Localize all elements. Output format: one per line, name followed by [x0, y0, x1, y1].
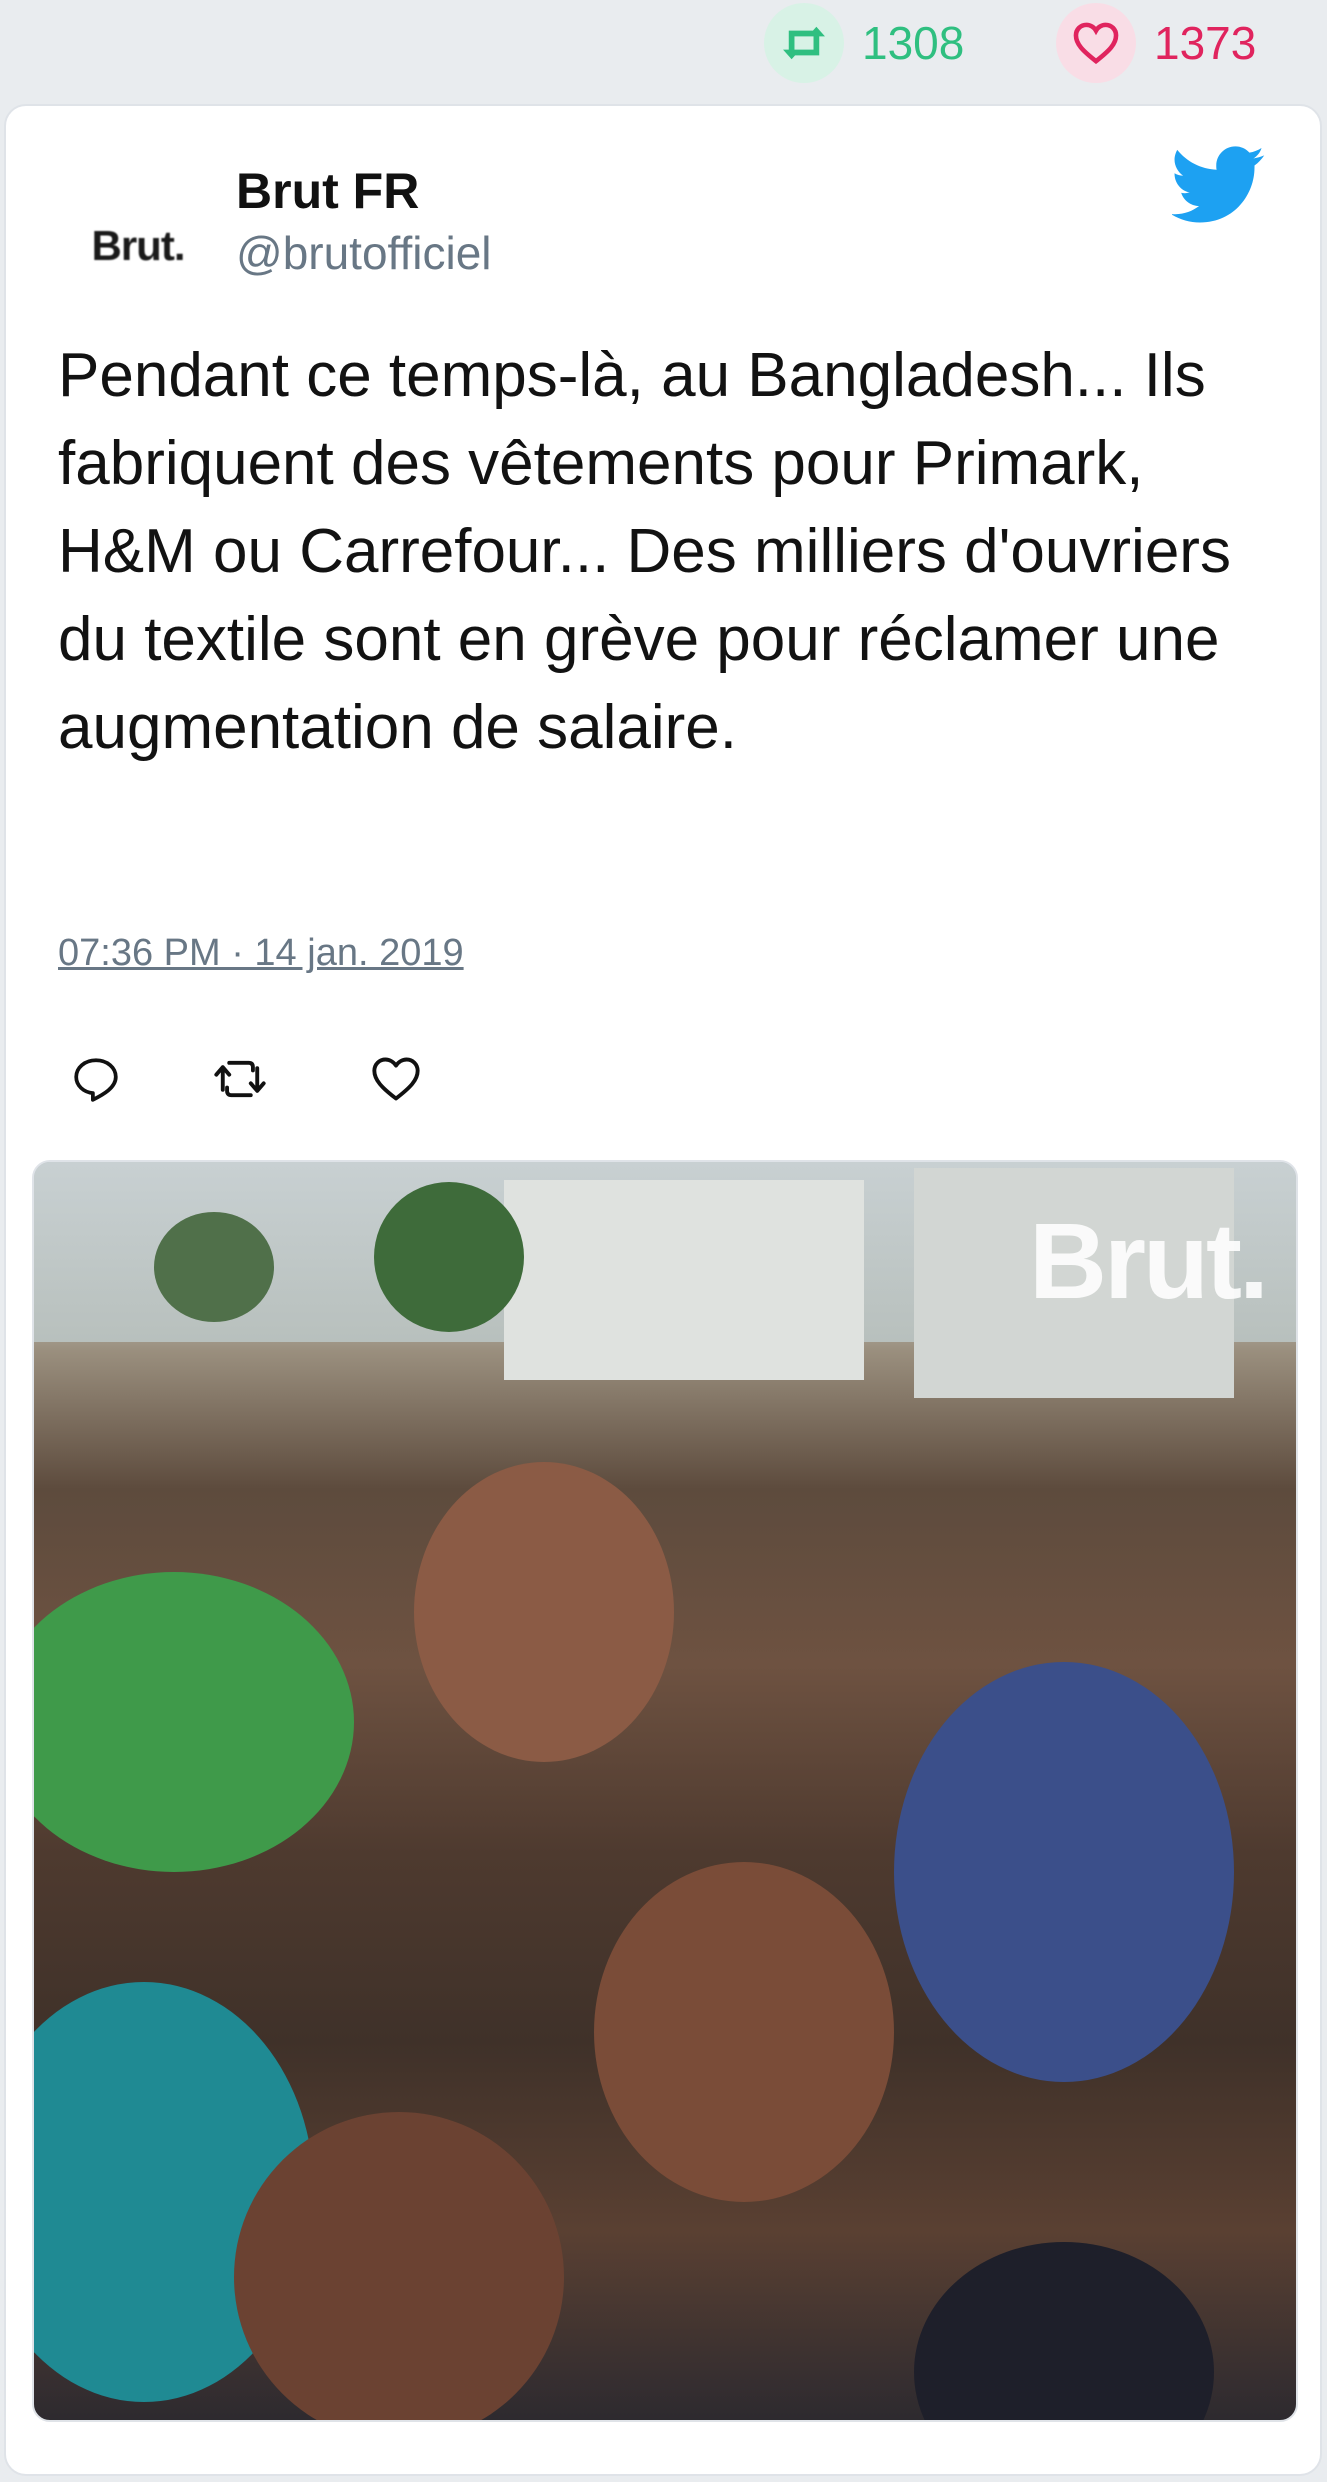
media-building — [504, 1180, 864, 1380]
media-person — [894, 1662, 1234, 2082]
twitter-bird-icon[interactable] — [1170, 146, 1266, 229]
media-watermark: Brut. — [1029, 1200, 1269, 1321]
tweet-media-video[interactable]: Brut. — [32, 1160, 1298, 2422]
heart-icon — [372, 1057, 420, 1101]
like-count-value: 1373 — [1154, 17, 1257, 69]
media-person — [914, 2242, 1214, 2420]
retweet-count[interactable]: 1308 — [764, 3, 965, 83]
author-name[interactable]: Brut FR — [236, 162, 419, 220]
media-tree — [374, 1182, 524, 1332]
avatar[interactable]: Brut. — [68, 176, 208, 316]
tweet-card: Brut. Brut FR @brutofficiel Pendant ce t… — [4, 104, 1322, 2476]
heart-icon — [1056, 3, 1136, 83]
retweet-icon — [764, 3, 844, 83]
like-button[interactable] — [368, 1051, 424, 1107]
tweet-timestamp[interactable]: 07:36 PM · 14 jan. 2019 — [58, 932, 464, 975]
media-tree — [154, 1212, 274, 1322]
author-handle[interactable]: @brutofficiel — [236, 226, 492, 280]
media-person — [414, 1462, 674, 1762]
avatar-logo: Brut. — [91, 222, 186, 269]
retweet-count-value: 1308 — [862, 17, 965, 69]
media-person — [234, 2112, 564, 2420]
retweet-icon — [214, 1060, 266, 1098]
media-person — [594, 1862, 894, 2202]
retweet-button[interactable] — [212, 1051, 268, 1107]
media-person — [34, 1572, 354, 1872]
reply-button[interactable] — [68, 1051, 124, 1107]
like-count[interactable]: 1373 — [1056, 3, 1257, 83]
tweet-actions — [68, 1051, 424, 1107]
engagement-bar: 1308 1373 — [0, 0, 1327, 95]
reply-icon — [74, 1058, 118, 1102]
tweet-text: Pendant ce temps-là, au Bangladesh... Il… — [58, 341, 1231, 762]
